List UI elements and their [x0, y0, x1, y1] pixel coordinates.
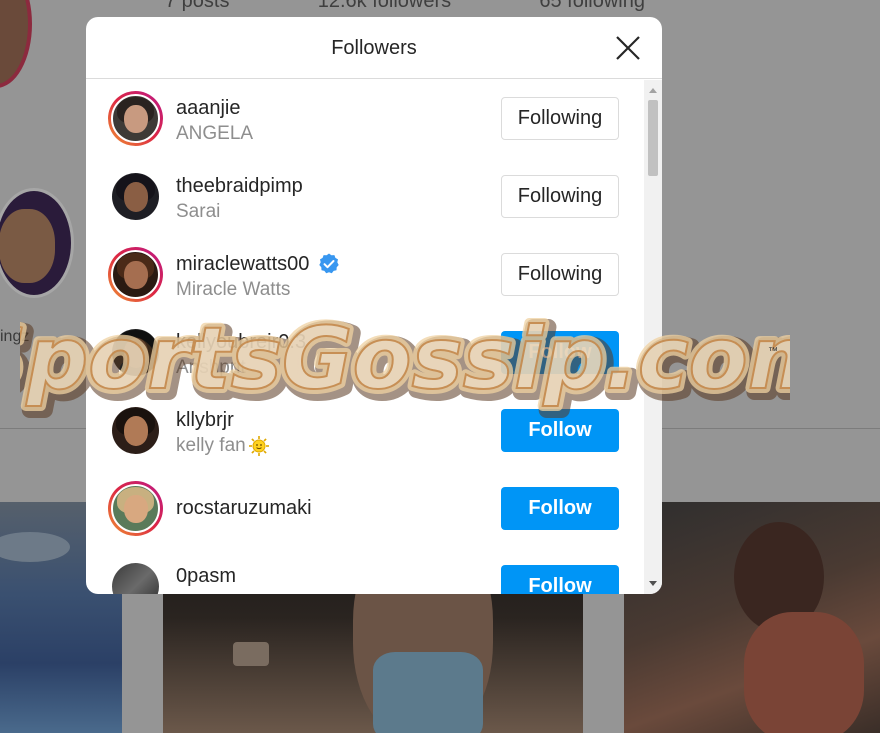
username[interactable]: kllybrjr — [176, 408, 270, 432]
follow-button[interactable]: Follow — [501, 331, 619, 374]
username[interactable]: kellyoubrejr0.3 — [176, 330, 306, 354]
username[interactable]: miraclewatts00 — [176, 252, 341, 276]
close-icon[interactable] — [614, 34, 642, 62]
full-name: Sarai — [176, 201, 221, 222]
list-item[interactable]: kellyoubrejr0.3 Anshprit Follow — [86, 314, 642, 392]
followers-count: 12.6k followers — [317, 0, 452, 12]
avatar[interactable] — [108, 91, 163, 146]
list-item[interactable]: theebraidpimp Sarai Following — [86, 158, 642, 236]
list-item[interactable]: kllybrjr kelly fan Follow — [86, 392, 642, 470]
scroll-thumb[interactable] — [648, 100, 658, 176]
sun-emoji-icon — [248, 435, 270, 457]
dialog-header: Followers — [86, 17, 662, 79]
avatar[interactable] — [108, 169, 163, 224]
list-item[interactable]: aaanjie ANGELA Following — [86, 80, 642, 158]
story-highlight-label: ingz — [0, 328, 30, 345]
username[interactable]: rocstaruzumaki — [176, 496, 312, 520]
full-name: kelly fan — [176, 434, 270, 458]
full-name: ANGELA — [176, 123, 254, 144]
list-item[interactable]: 0pasm Follow — [86, 548, 642, 594]
dialog-title: Followers — [331, 37, 417, 59]
profile-stats: 7 posts 12.6k followers 65 following — [165, 0, 645, 13]
avatar[interactable] — [108, 403, 163, 458]
following-count: 65 following — [539, 0, 645, 12]
follow-button[interactable]: Follow — [501, 409, 619, 452]
scroll-up-arrow-icon[interactable] — [649, 88, 657, 93]
story-highlight — [0, 188, 74, 298]
list-item[interactable]: rocstaruzumaki Follow — [86, 470, 642, 548]
username[interactable]: theebraidpimp — [176, 174, 303, 198]
scrollbar[interactable] — [644, 80, 662, 594]
following-button[interactable]: Following — [501, 175, 619, 218]
trademark-symbol: ™ — [768, 346, 778, 357]
username[interactable]: 0pasm — [176, 564, 236, 588]
posts-count: 7 posts — [165, 0, 230, 12]
full-name: Anshprit — [176, 357, 246, 378]
username[interactable]: aaanjie — [176, 96, 253, 120]
following-button[interactable]: Following — [501, 253, 619, 296]
post-thumbnail-3 — [624, 502, 880, 733]
avatar[interactable] — [108, 247, 163, 302]
list-item[interactable]: miraclewatts00 Miracle Watts Following — [86, 236, 642, 314]
followers-list: aaanjie ANGELA Following theebraidpimp S… — [86, 80, 662, 594]
avatar[interactable] — [108, 481, 163, 536]
follow-button[interactable]: Follow — [501, 565, 619, 594]
verified-badge-icon — [317, 252, 341, 276]
followers-dialog: Followers aaanjie ANGELA Following theeb… — [86, 17, 662, 594]
scroll-down-arrow-icon[interactable] — [649, 581, 657, 586]
full-name: Miracle Watts — [176, 279, 291, 300]
following-button[interactable]: Following — [501, 97, 619, 140]
profile-avatar — [0, 0, 32, 88]
follow-button[interactable]: Follow — [501, 487, 619, 530]
avatar[interactable] — [108, 325, 163, 380]
avatar[interactable] — [108, 559, 163, 594]
